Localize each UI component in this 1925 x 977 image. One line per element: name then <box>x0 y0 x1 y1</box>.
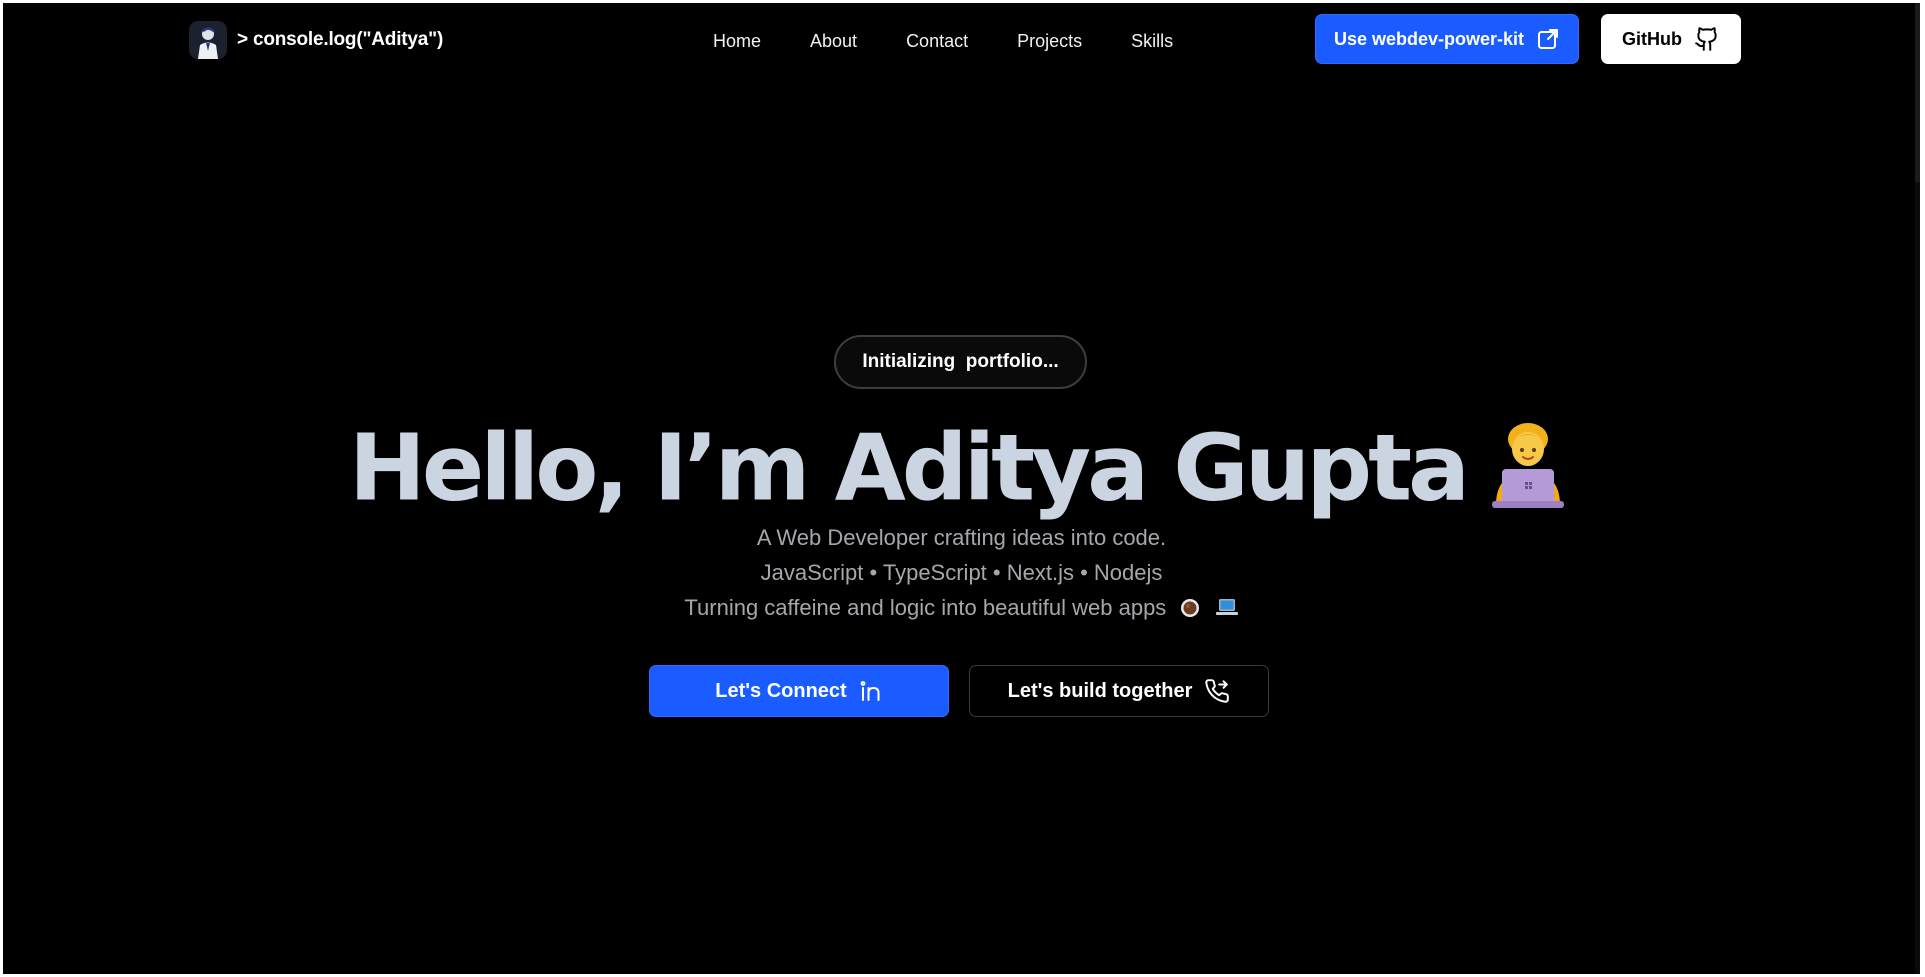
connect-label: Let's Connect <box>715 679 847 702</box>
phone-forward-icon <box>1204 678 1230 704</box>
hero-fun-text: Turning caffeine and logic into beautifu… <box>684 595 1167 620</box>
build-label: Let's build together <box>1007 679 1193 702</box>
status-pill: Initializing portfolio... <box>834 335 1087 389</box>
technologist-emoji-icon <box>1482 419 1574 511</box>
hero-fun-line: Turning caffeine and logic into beautifu… <box>3 593 1920 623</box>
hero-section: Initializing portfolio... Hello, I’m Adi… <box>3 3 1920 974</box>
page-scrollbar[interactable] <box>1915 3 1920 974</box>
page: > console.log("Aditya") Home About Conta… <box>3 3 1920 974</box>
lets-connect-button[interactable]: Let's Connect <box>649 665 949 717</box>
coffee-emoji-icon <box>1178 595 1202 619</box>
scrollbar-thumb[interactable] <box>1915 3 1920 183</box>
hero-tagline: A Web Developer crafting ideas into code… <box>756 525 1167 550</box>
linkedin-icon <box>859 679 883 703</box>
headline-text: Hello, I’m Aditya Gupta <box>348 414 1470 522</box>
hero-tech-stack: JavaScript • TypeScript • Next.js • Node… <box>760 560 1163 585</box>
laptop-emoji-icon <box>1215 595 1239 619</box>
lets-build-together-button[interactable]: Let's build together <box>969 665 1269 717</box>
hero-headline: Hello, I’m Aditya Gupta <box>3 408 1920 524</box>
